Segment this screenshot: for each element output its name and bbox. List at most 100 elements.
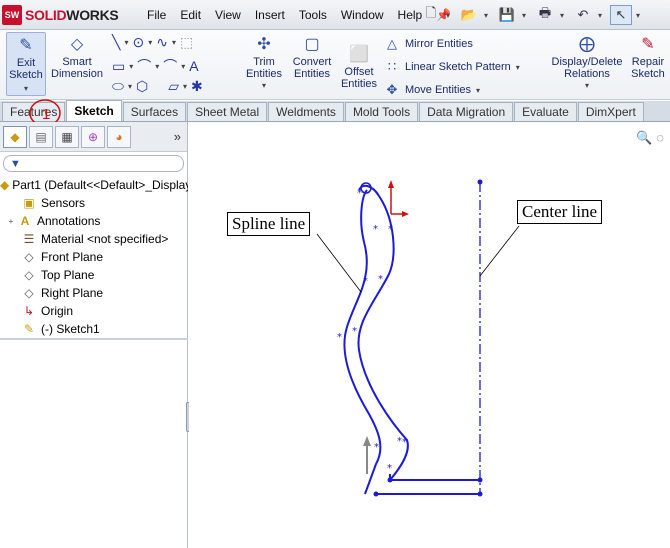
offset-entities-button[interactable]: ⬜ Offset Entities <box>338 32 380 96</box>
point-icon[interactable]: ✱ <box>191 78 203 95</box>
spline-point-marker[interactable]: * <box>363 276 368 287</box>
fillet-dropdown-icon[interactable]: ▾ <box>181 62 185 71</box>
display-delete-relations-button[interactable]: ⨁ Display/Delete Relations ▾ <box>550 32 624 96</box>
spline-icon[interactable]: ∿ <box>156 34 168 51</box>
trim-entities-button[interactable]: ✣ Trim Entities ▾ <box>244 32 284 96</box>
open-folder-icon[interactable]: 📂 <box>458 5 480 25</box>
tree-filter-input[interactable]: ▼ <box>3 155 184 172</box>
menu-window[interactable]: Window <box>334 8 391 22</box>
sketch-grid-icon[interactable]: ⬚ <box>180 34 193 51</box>
tab-surfaces[interactable]: Surfaces <box>122 102 187 121</box>
convert-entities-button[interactable]: ▢ Convert Entities <box>288 32 336 96</box>
exit-sketch-button[interactable]: ✎ Exit Sketch ▾ <box>6 32 46 96</box>
menu-insert[interactable]: Insert <box>248 8 292 22</box>
spline-point-marker[interactable]: * <box>374 442 379 453</box>
slot-dropdown-icon[interactable]: ▾ <box>128 82 132 91</box>
open-dropdown-icon[interactable]: ▾ <box>484 11 492 20</box>
rectangle-icon[interactable]: ▭ <box>112 58 125 75</box>
new-dropdown-icon[interactable]: ▾ <box>446 11 454 20</box>
spline-point-marker[interactable]: * <box>373 224 378 235</box>
sketch-point[interactable] <box>373 491 379 497</box>
solidworks-logo[interactable]: SW SOLIDWORKS <box>2 4 119 26</box>
pattern-dropdown-icon[interactable]: ▾ <box>516 63 520 72</box>
relations-dropdown-icon[interactable]: ▾ <box>550 80 624 92</box>
tree-item-top-plane[interactable]: ◇ Top Plane <box>0 266 188 284</box>
tree-item-sensors[interactable]: ▣ Sensors <box>0 194 188 212</box>
spline-dropdown-icon[interactable]: ▾ <box>172 38 176 47</box>
polygon-icon[interactable]: ⬡ <box>136 78 148 95</box>
plane-icon[interactable]: ▱ <box>168 78 179 95</box>
command-manager: ✎ Exit Sketch ▾ ◇ Smart Dimension ╲ ▾ ⊙ ▾ … <box>0 30 670 100</box>
menu-tools[interactable]: Tools <box>292 8 334 22</box>
property-manager-tab-icon[interactable]: ▤ <box>29 125 53 148</box>
display-manager-tab-icon[interactable]: ◕ <box>107 125 131 148</box>
tree-item-right-plane[interactable]: ◇ Right Plane <box>0 284 188 302</box>
move-entities-button[interactable]: ✥ Move Entities ▾ <box>384 82 481 98</box>
graphics-area[interactable]: 🔍 ◌ * * * * * * * * * * * Spline line Ce… <box>189 122 670 548</box>
select-cursor-icon[interactable]: ↖ <box>610 5 632 25</box>
select-dropdown-icon[interactable]: ▾ <box>636 11 644 20</box>
spline-point-marker[interactable]: * <box>387 463 392 474</box>
dimxpert-manager-tab-icon[interactable]: ⊕ <box>81 125 105 148</box>
configuration-manager-tab-icon[interactable]: ▦ <box>55 125 79 148</box>
feature-tree-tab-icon[interactable]: ◆ <box>3 125 27 148</box>
tree-item-material[interactable]: ☰ Material <not specified> <box>0 230 188 248</box>
rectangle-dropdown-icon[interactable]: ▾ <box>129 62 133 71</box>
mirror-icon: △ <box>387 36 397 51</box>
text-icon[interactable]: A <box>189 58 198 74</box>
circle-dropdown-icon[interactable]: ▾ <box>148 38 152 47</box>
more-tabs-icon[interactable]: » <box>174 129 181 144</box>
tab-weldments[interactable]: Weldments <box>268 102 344 121</box>
tree-item-origin[interactable]: ↳ Origin <box>0 302 188 320</box>
line-icon[interactable]: ╲ <box>112 34 120 51</box>
spline-line-label: Spline line <box>227 212 311 236</box>
circle-icon[interactable]: ⊙ <box>132 34 144 51</box>
expand-annotations-icon[interactable]: + <box>6 217 16 226</box>
linear-sketch-pattern-button[interactable]: ∷ Linear Sketch Pattern ▾ <box>384 59 520 75</box>
spline-point-marker[interactable]: * <box>402 437 407 448</box>
menu-file[interactable]: File <box>140 8 173 22</box>
save-icon[interactable]: 💾 <box>496 5 518 25</box>
spline-point-marker[interactable]: * <box>378 274 383 285</box>
tree-item-part[interactable]: ◆Part1 (Default<<Default>_Display State … <box>0 176 188 194</box>
mirror-entities-button[interactable]: △ Mirror Entities <box>384 36 473 52</box>
spline-point-marker[interactable]: * <box>352 326 357 337</box>
menu-view[interactable]: View <box>208 8 248 22</box>
new-document-icon[interactable]: 🗋 <box>420 5 442 25</box>
tab-mold-tools[interactable]: Mold Tools <box>344 102 419 121</box>
smart-dimension-button[interactable]: ◇ Smart Dimension <box>50 32 104 96</box>
exit-sketch-dropdown-icon[interactable]: ▾ <box>7 83 45 95</box>
spline-handle-arrow-icon[interactable] <box>363 436 371 446</box>
tab-dimxpert[interactable]: DimXpert <box>577 102 644 121</box>
solidworks-wordmark: SOLIDWORKS <box>25 7 119 23</box>
spline-point-marker[interactable]: * <box>388 224 393 235</box>
tab-sketch[interactable]: Sketch <box>66 100 122 121</box>
offset-icon: ⬜ <box>349 46 369 63</box>
tree-item-front-plane[interactable]: ◇ Front Plane <box>0 248 188 266</box>
solidworks-badge-icon: SW <box>2 5 22 25</box>
repair-sketch-button[interactable]: ✎ Repair Sketch <box>628 32 668 96</box>
center-line-endpoint[interactable] <box>477 179 483 185</box>
sketch-point[interactable] <box>477 477 483 483</box>
tab-evaluate[interactable]: Evaluate <box>514 102 577 121</box>
fillet-icon[interactable]: ⌒ <box>163 56 177 76</box>
arc-dropdown-icon[interactable]: ▾ <box>155 62 159 71</box>
print-icon[interactable]: 🖶 <box>534 5 556 25</box>
print-dropdown-icon[interactable]: ▾ <box>560 11 568 20</box>
line-dropdown-icon[interactable]: ▾ <box>124 38 128 47</box>
undo-icon[interactable]: ↶ <box>572 5 594 25</box>
tab-data-migration[interactable]: Data Migration <box>419 102 514 121</box>
move-dropdown-icon[interactable]: ▾ <box>476 86 480 95</box>
plane-dropdown-icon[interactable]: ▾ <box>183 82 187 91</box>
tab-sheet-metal[interactable]: Sheet Metal <box>187 102 268 121</box>
trim-dropdown-icon[interactable]: ▾ <box>244 80 284 92</box>
undo-dropdown-icon[interactable]: ▾ <box>598 11 606 20</box>
slot-icon[interactable]: ⬭ <box>112 78 124 95</box>
tree-item-sketch1[interactable]: ✎ (-) Sketch1 <box>0 320 188 338</box>
spline-point-marker[interactable]: * <box>337 332 342 343</box>
save-dropdown-icon[interactable]: ▾ <box>522 11 530 20</box>
arc-icon[interactable]: ⌒ <box>137 56 151 76</box>
tree-item-annotations[interactable]: + A Annotations <box>0 212 188 230</box>
sketch-point[interactable] <box>387 477 393 483</box>
menu-edit[interactable]: Edit <box>173 8 208 22</box>
